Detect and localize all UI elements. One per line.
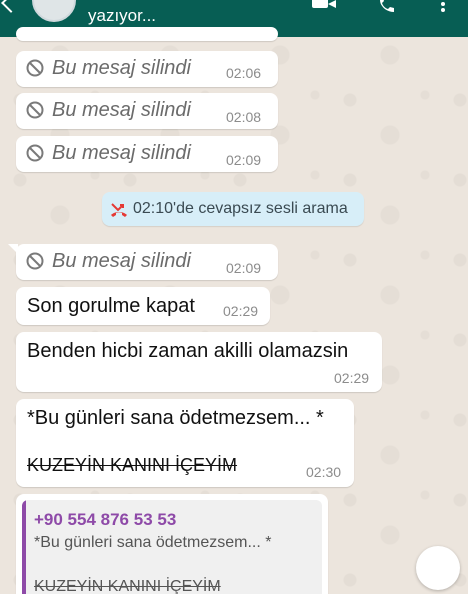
message-bubble[interactable]: Son gorulme kapat 02:29 <box>16 287 270 325</box>
message-time: 02:09 <box>226 152 262 168</box>
message-bubble-deleted[interactable]: Bu mesaj silindi 02:08 <box>16 93 278 129</box>
quoted-text: *Bu günleri sana ödetmezsem... * <box>34 534 272 551</box>
message-time: 02:08 <box>226 109 262 125</box>
deleted-text: Bu mesaj silindi <box>52 142 191 164</box>
scroll-to-bottom-button[interactable] <box>416 546 460 590</box>
message-bubble-deleted[interactable]: Bu mesaj silindi 02:06 <box>16 51 278 87</box>
message-text: Benden hicbi zaman akilli olamazsin <box>27 340 349 362</box>
deleted-message: Bu mesaj silindi <box>26 57 191 80</box>
message-time: 02:29 <box>223 303 259 319</box>
deleted-message: Bu mesaj silindi <box>26 99 191 122</box>
quoted-message[interactable]: +90 554 876 53 53 *Bu günleri sana ödetm… <box>22 500 322 594</box>
message-bubble[interactable] <box>16 27 278 41</box>
deleted-text: Bu mesaj silindi <box>52 57 191 79</box>
typing-status: yazıyor... <box>88 6 157 25</box>
deleted-text: Bu mesaj silindi <box>52 99 191 121</box>
deleted-icon <box>26 252 44 270</box>
message-time: 02:30 <box>306 464 342 480</box>
message-text-strikethrough: KUZEYİN KANINI İÇEYİM <box>27 455 238 475</box>
deleted-message: Bu mesaj silindi <box>26 142 191 165</box>
quoted-text-strikethrough: KUZEYİN KANINI İÇEYİM <box>34 578 221 594</box>
deleted-text: Bu mesaj silindi <box>52 250 191 272</box>
deleted-icon <box>26 59 44 77</box>
quoted-author: +90 554 876 53 53 <box>34 510 177 529</box>
deleted-icon <box>26 144 44 162</box>
deleted-icon <box>26 101 44 119</box>
message-time: 02:29 <box>334 370 370 386</box>
message-bubble[interactable]: Benden hicbi zaman akilli olamazsin 02:2… <box>16 332 382 392</box>
back-arrow-icon[interactable] <box>1 0 21 13</box>
missed-call-notice[interactable]: 02:10'de cevapsız sesli arama <box>102 192 364 226</box>
message-bubble-deleted[interactable]: Bu mesaj silindi 02:09 <box>16 136 278 172</box>
missed-call-icon <box>111 203 127 217</box>
message-list[interactable]: Bu mesaj silindi 02:06 Bu mesaj silindi … <box>0 27 468 594</box>
message-bubble-deleted[interactable]: Bu mesaj silindi 02:09 <box>8 244 278 280</box>
video-call-icon[interactable] <box>312 0 336 10</box>
message-text: Son gorulme kapat <box>27 295 195 317</box>
quote-accent-bar <box>22 500 26 594</box>
contact-avatar[interactable] <box>32 0 76 22</box>
message-bubble[interactable]: *Bu günleri sana ödetmezsem... * KUZEYİN… <box>16 399 354 487</box>
message-time: 02:09 <box>226 260 262 276</box>
message-time: 02:06 <box>226 65 262 81</box>
reply-message-bubble[interactable]: +90 554 876 53 53 *Bu günleri sana ödetm… <box>16 494 328 594</box>
voice-call-icon[interactable] <box>378 0 396 12</box>
missed-call-text: 02:10'de cevapsız sesli arama <box>133 200 348 217</box>
more-options-icon[interactable] <box>440 0 446 12</box>
deleted-message: Bu mesaj silindi <box>26 250 191 273</box>
message-text: *Bu günleri sana ödetmezsem... * <box>27 407 324 429</box>
